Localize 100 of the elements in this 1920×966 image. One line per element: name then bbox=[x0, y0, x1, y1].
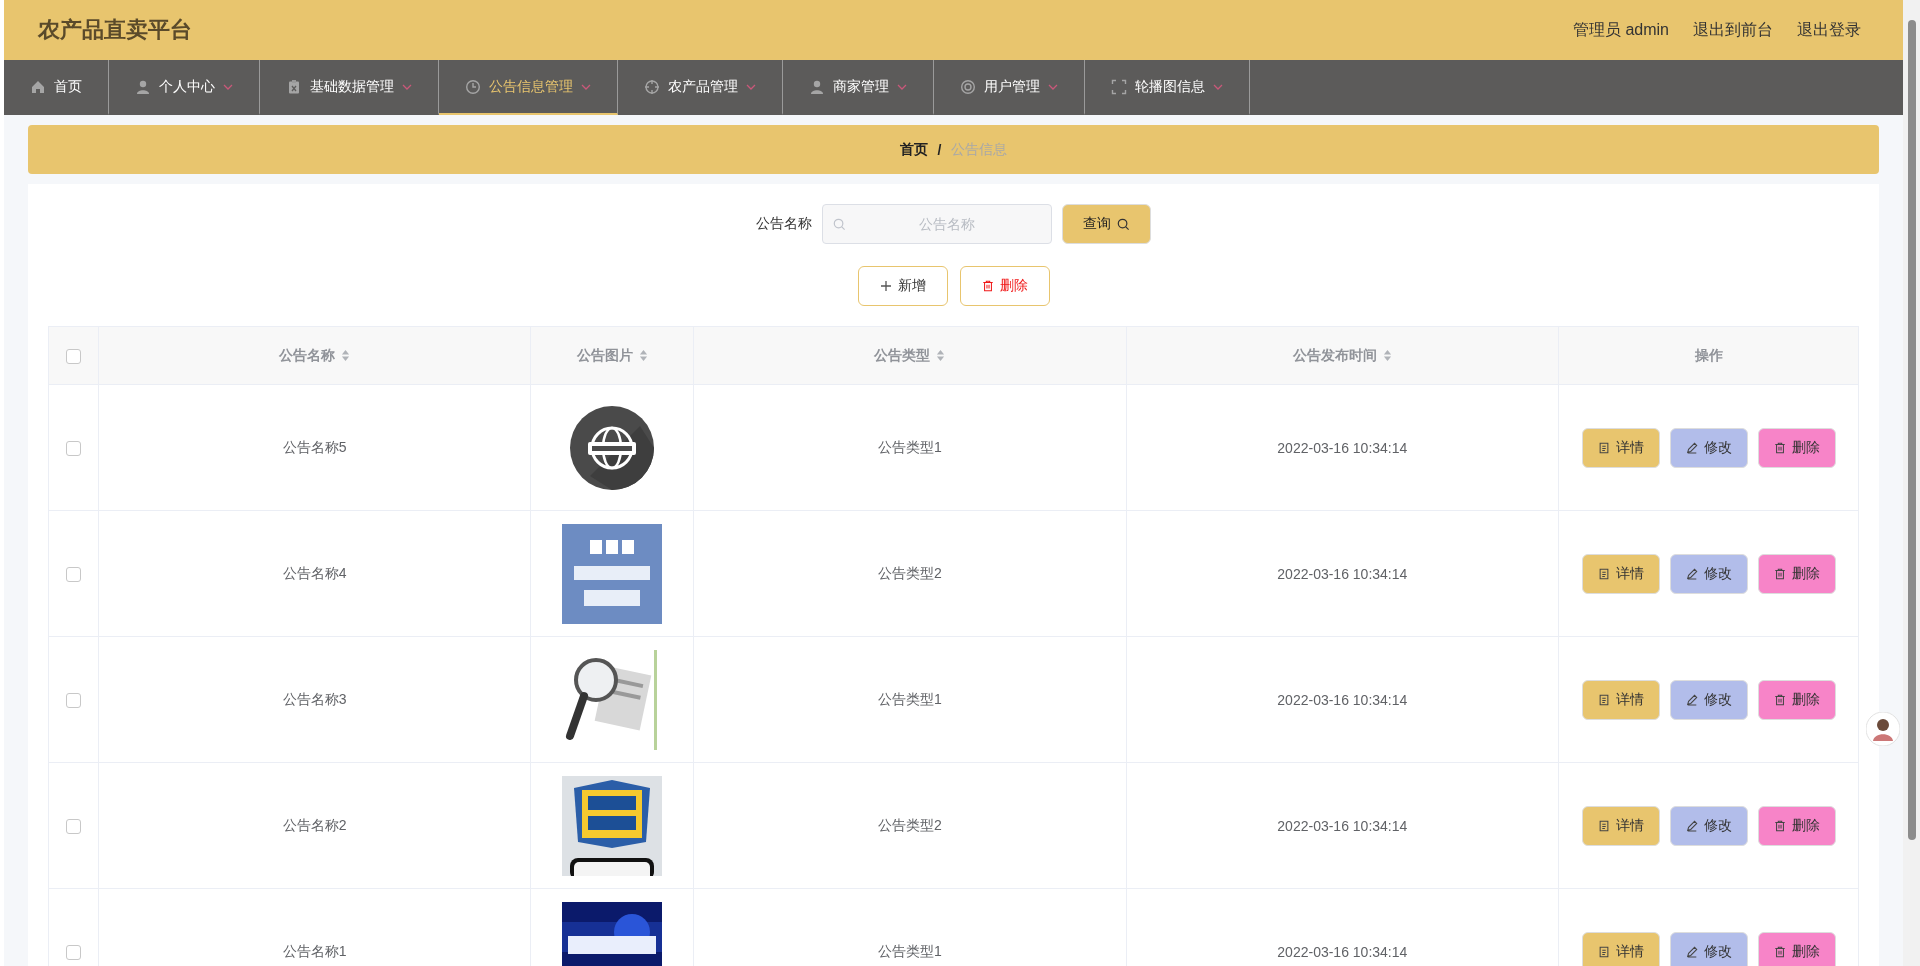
edit-button[interactable]: 修改 bbox=[1669, 931, 1748, 966]
detail-button[interactable]: 详情 bbox=[1581, 553, 1660, 594]
sort-icon bbox=[341, 349, 351, 362]
table-cell: 2022-03-16 10:34:14 bbox=[1277, 943, 1408, 960]
search-icon bbox=[833, 218, 846, 231]
column-header: 公告类型 bbox=[874, 346, 931, 365]
table-cell: 公告名称4 bbox=[282, 564, 347, 581]
nav-label: 轮播图信息 bbox=[1135, 77, 1205, 96]
edit-button[interactable]: 修改 bbox=[1669, 679, 1748, 720]
detail-button[interactable]: 详情 bbox=[1581, 427, 1660, 468]
avatar-icon[interactable] bbox=[1866, 712, 1900, 746]
nav-label: 首页 bbox=[54, 77, 82, 96]
delete-button[interactable]: 删除 bbox=[1757, 679, 1836, 720]
pen-icon bbox=[1685, 693, 1698, 706]
table-cell: 公告类型1 bbox=[878, 438, 942, 455]
table-cell: 公告名称1 bbox=[282, 942, 347, 959]
table-cell: 公告类型2 bbox=[878, 816, 942, 833]
column-header: 公告图片 bbox=[576, 346, 633, 365]
pen-icon bbox=[1685, 441, 1698, 454]
nav-label: 用户管理 bbox=[984, 77, 1040, 96]
table-cell: 公告名称5 bbox=[282, 438, 347, 455]
sort-icon bbox=[936, 349, 946, 362]
delete-button[interactable]: 删除 bbox=[1757, 553, 1836, 594]
crosshair-icon bbox=[644, 78, 660, 95]
search-icon bbox=[1117, 217, 1130, 231]
trash-icon bbox=[1773, 945, 1786, 958]
trash-icon bbox=[1773, 441, 1786, 454]
caret-icon bbox=[223, 83, 233, 90]
pen-icon bbox=[1685, 945, 1698, 958]
nav-label: 基础数据管理 bbox=[310, 77, 394, 96]
edit-button[interactable]: 修改 bbox=[1669, 805, 1748, 846]
pen-icon bbox=[1685, 567, 1698, 580]
header-link[interactable]: 管理员 admin bbox=[1572, 19, 1669, 41]
add-button[interactable]: 新增 bbox=[857, 266, 948, 306]
user-icon bbox=[809, 78, 825, 95]
caret-icon bbox=[402, 83, 412, 90]
table-cell: 2022-03-16 10:34:14 bbox=[1277, 817, 1408, 834]
nav-label: 公告信息管理 bbox=[489, 77, 573, 96]
nav-label: 个人中心 bbox=[159, 77, 215, 96]
column-header: 操作 bbox=[1694, 346, 1723, 365]
table-cell: 公告类型1 bbox=[878, 942, 942, 959]
edit-button[interactable]: 修改 bbox=[1669, 427, 1748, 468]
clipboard-icon bbox=[286, 78, 302, 95]
table-cell: 公告名称2 bbox=[282, 816, 347, 833]
detail-button[interactable]: 详情 bbox=[1581, 679, 1660, 720]
sort-icon bbox=[1382, 349, 1392, 362]
delete-button[interactable]: 删除 bbox=[1757, 427, 1836, 468]
caret-icon bbox=[1048, 83, 1058, 90]
column-header: 公告名称 bbox=[279, 346, 336, 365]
edit-button[interactable]: 修改 bbox=[1669, 553, 1748, 594]
table-cell: 公告类型1 bbox=[878, 690, 942, 707]
search-button[interactable]: 查询 bbox=[1062, 204, 1151, 244]
user-icon bbox=[135, 78, 151, 95]
header-link[interactable]: 退出到前台 bbox=[1693, 19, 1773, 41]
trash-icon bbox=[1773, 693, 1786, 706]
search-label: 公告名称 bbox=[756, 215, 812, 233]
document-icon bbox=[1597, 693, 1610, 706]
clock-icon bbox=[465, 78, 481, 95]
site-title: 农产品直卖平台 bbox=[38, 16, 192, 44]
document-icon bbox=[1597, 441, 1610, 454]
table-cell: 2022-03-16 10:34:14 bbox=[1277, 565, 1408, 582]
delete-button[interactable]: 删除 bbox=[959, 266, 1050, 306]
plus-icon bbox=[879, 280, 892, 292]
column-header: 公告发布时间 bbox=[1292, 346, 1377, 365]
delete-button[interactable]: 删除 bbox=[1757, 931, 1836, 966]
detail-button[interactable]: 详情 bbox=[1581, 805, 1660, 846]
delete-button[interactable]: 删除 bbox=[1757, 805, 1836, 846]
row-checkbox[interactable] bbox=[66, 440, 81, 456]
ring-icon bbox=[960, 78, 976, 95]
table-cell: 公告类型2 bbox=[878, 564, 942, 581]
document-icon bbox=[1597, 945, 1610, 958]
table-cell: 2022-03-16 10:34:14 bbox=[1277, 439, 1408, 456]
search-field[interactable]: 公告名称 bbox=[822, 204, 1052, 244]
table-cell: 公告名称3 bbox=[282, 690, 347, 707]
row-checkbox[interactable] bbox=[66, 944, 81, 960]
document-icon bbox=[1597, 567, 1610, 580]
row-checkbox[interactable] bbox=[66, 818, 81, 834]
breadcrumb-item[interactable]: 首页 bbox=[899, 140, 928, 159]
select-all-checkbox[interactable] bbox=[66, 348, 81, 364]
nav-label: 农产品管理 bbox=[668, 77, 738, 96]
scrollbar[interactable] bbox=[1903, 0, 1920, 966]
trash-icon bbox=[981, 280, 994, 292]
caret-icon bbox=[581, 83, 591, 90]
detail-button[interactable]: 详情 bbox=[1581, 931, 1660, 966]
caret-icon bbox=[897, 83, 907, 90]
table-cell: 2022-03-16 10:34:14 bbox=[1277, 691, 1408, 708]
frame-icon bbox=[1111, 78, 1127, 95]
sort-icon bbox=[638, 349, 648, 362]
row-checkbox[interactable] bbox=[66, 692, 81, 708]
trash-icon bbox=[1773, 567, 1786, 580]
caret-icon bbox=[1213, 83, 1223, 90]
caret-icon bbox=[746, 83, 756, 90]
home-icon bbox=[30, 78, 46, 95]
row-checkbox[interactable] bbox=[66, 566, 81, 582]
header-link[interactable]: 退出登录 bbox=[1797, 19, 1861, 41]
breadcrumb-item: 公告信息 bbox=[951, 140, 1008, 159]
pen-icon bbox=[1685, 819, 1698, 832]
trash-icon bbox=[1773, 819, 1786, 832]
document-icon bbox=[1597, 819, 1610, 832]
nav-label: 商家管理 bbox=[833, 77, 889, 96]
